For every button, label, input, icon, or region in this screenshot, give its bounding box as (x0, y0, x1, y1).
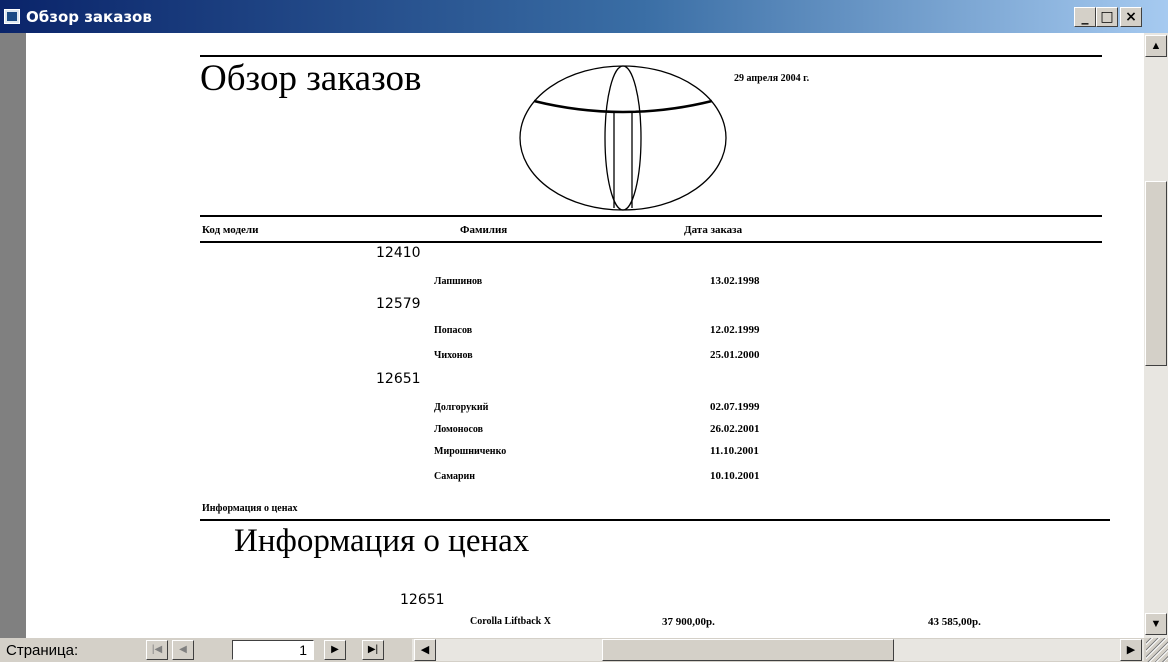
subreport-label: Информация о ценах (202, 503, 298, 514)
report-window: Обзор заказов _ □ × Обзор заказов 29 апр… (0, 0, 1168, 662)
report-page: Обзор заказов 29 апреля 2004 г. Код моде… (26, 33, 1144, 638)
last-page-button[interactable]: ▶| (362, 640, 384, 660)
row-order-date: 25.01.2000 (710, 349, 760, 361)
title-bar[interactable]: Обзор заказов _ □ × (0, 0, 1168, 33)
minimize-button[interactable]: _ (1074, 7, 1096, 27)
column-header-order-date: Дата заказа (684, 224, 743, 236)
report-title: Обзор заказов (200, 58, 422, 99)
price-value: 37 900,00р. (662, 616, 715, 628)
globe-logo (519, 65, 727, 211)
scroll-up-button[interactable]: ▲ (1145, 35, 1167, 57)
column-header-model-code: Код модели (202, 224, 259, 236)
row-order-date: 10.10.2001 (710, 470, 760, 482)
vertical-scrollbar[interactable]: ▲ ▼ (1144, 33, 1168, 638)
row-surname: Чихонов (434, 350, 473, 361)
price-value: 43 585,00р. (928, 616, 981, 628)
maximize-button[interactable]: □ (1096, 7, 1118, 27)
row-order-date: 12.02.1999 (710, 324, 760, 336)
subreport-rule (200, 519, 1110, 521)
report-date: 29 апреля 2004 г. (734, 73, 810, 84)
resize-grip-icon[interactable] (1146, 638, 1168, 662)
scroll-down-button[interactable]: ▼ (1145, 613, 1167, 635)
group-header-model-code: 12579 (376, 296, 421, 312)
scroll-left-button[interactable]: ◀ (414, 639, 436, 661)
row-surname: Долгорукий (434, 402, 489, 413)
close-button[interactable]: × (1120, 7, 1142, 27)
left-margin (0, 33, 26, 638)
row-surname: Ломоносов (434, 424, 484, 435)
horizontal-scroll-thumb[interactable] (602, 639, 894, 661)
vertical-scroll-thumb[interactable] (1145, 181, 1167, 366)
previous-page-button[interactable]: ◀ (172, 640, 194, 660)
row-surname: Мирошниченко (434, 446, 507, 457)
columns-bottom-rule (200, 241, 1102, 243)
horizontal-scrollbar[interactable]: ◀ ▶ (412, 639, 1144, 661)
first-page-button[interactable]: |◀ (146, 640, 168, 660)
column-header-surname: Фамилия (460, 224, 508, 236)
row-order-date: 11.10.2001 (710, 445, 759, 457)
next-page-button[interactable]: ▶ (324, 640, 346, 660)
row-order-date: 13.02.1998 (710, 275, 760, 287)
record-navigation-bar: Страница: |◀ ◀ 1 ▶ ▶| ◀ ▶ (0, 638, 1168, 662)
row-surname: Попасов (434, 325, 473, 336)
group-header-model-code: 12410 (376, 245, 421, 261)
subreport-model-code: 12651 (400, 592, 445, 608)
row-surname: Лапшинов (434, 276, 483, 287)
scroll-right-button[interactable]: ▶ (1120, 639, 1142, 661)
window-title: Обзор заказов (26, 8, 152, 26)
form-icon[interactable] (4, 9, 20, 24)
columns-top-rule (200, 215, 1102, 217)
page-number-input[interactable]: 1 (232, 640, 314, 660)
row-order-date: 26.02.2001 (710, 423, 760, 435)
row-surname: Самарин (434, 471, 476, 482)
row-order-date: 02.07.1999 (710, 401, 760, 413)
subreport-heading: Информация о ценах (234, 523, 530, 559)
group-header-model-code: 12651 (376, 371, 421, 387)
model-name: Corolla Liftback X (470, 616, 551, 627)
page-label: Страница: (6, 642, 79, 659)
